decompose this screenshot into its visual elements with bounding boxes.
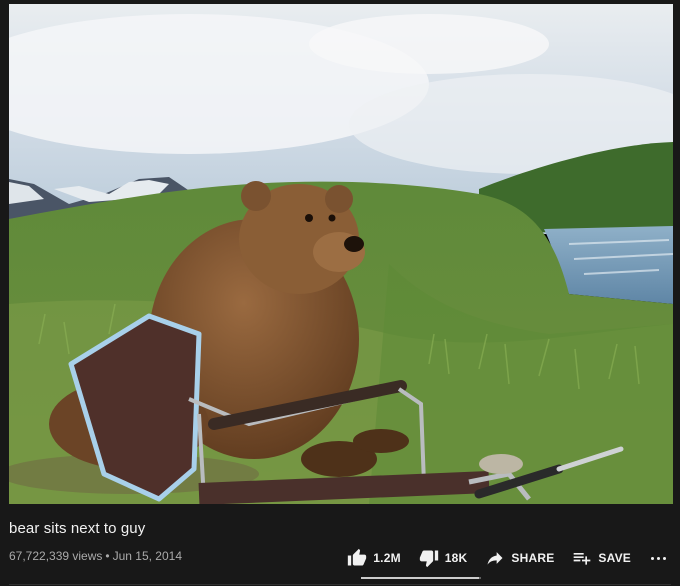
video-metadata: 67,722,339 views • Jun 15, 2014	[9, 549, 182, 563]
section-divider	[9, 584, 671, 585]
thumbs-down-icon	[419, 550, 438, 568]
share-label: SHARE	[511, 551, 555, 565]
more-options-button[interactable]	[651, 556, 666, 560]
view-count: 67,722,339 views	[9, 549, 103, 563]
upload-date: Jun 15, 2014	[112, 549, 183, 563]
metadata-separator: •	[105, 549, 110, 563]
save-label: SAVE	[598, 551, 631, 565]
dislike-count: 18K	[444, 551, 468, 565]
save-button[interactable]: SAVE	[572, 548, 631, 568]
more-horizontal-icon	[651, 556, 654, 560]
share-arrow-icon	[487, 552, 503, 565]
share-button[interactable]: SHARE	[485, 548, 554, 568]
video-player[interactable]	[9, 4, 673, 504]
like-count: 1.2M	[373, 551, 401, 565]
video-frame	[9, 4, 673, 504]
like-button[interactable]: 1.2M	[347, 548, 401, 568]
sentiment-bar	[361, 577, 481, 579]
playlist-add-icon	[574, 553, 591, 565]
dislike-button[interactable]: 18K	[419, 548, 468, 568]
sentiment-like-fill	[361, 577, 480, 579]
video-actions: 1.2M 18K SHARE SAVE	[347, 546, 666, 570]
video-title: bear sits next to guy	[9, 520, 146, 537]
thumbs-up-icon	[348, 548, 367, 566]
